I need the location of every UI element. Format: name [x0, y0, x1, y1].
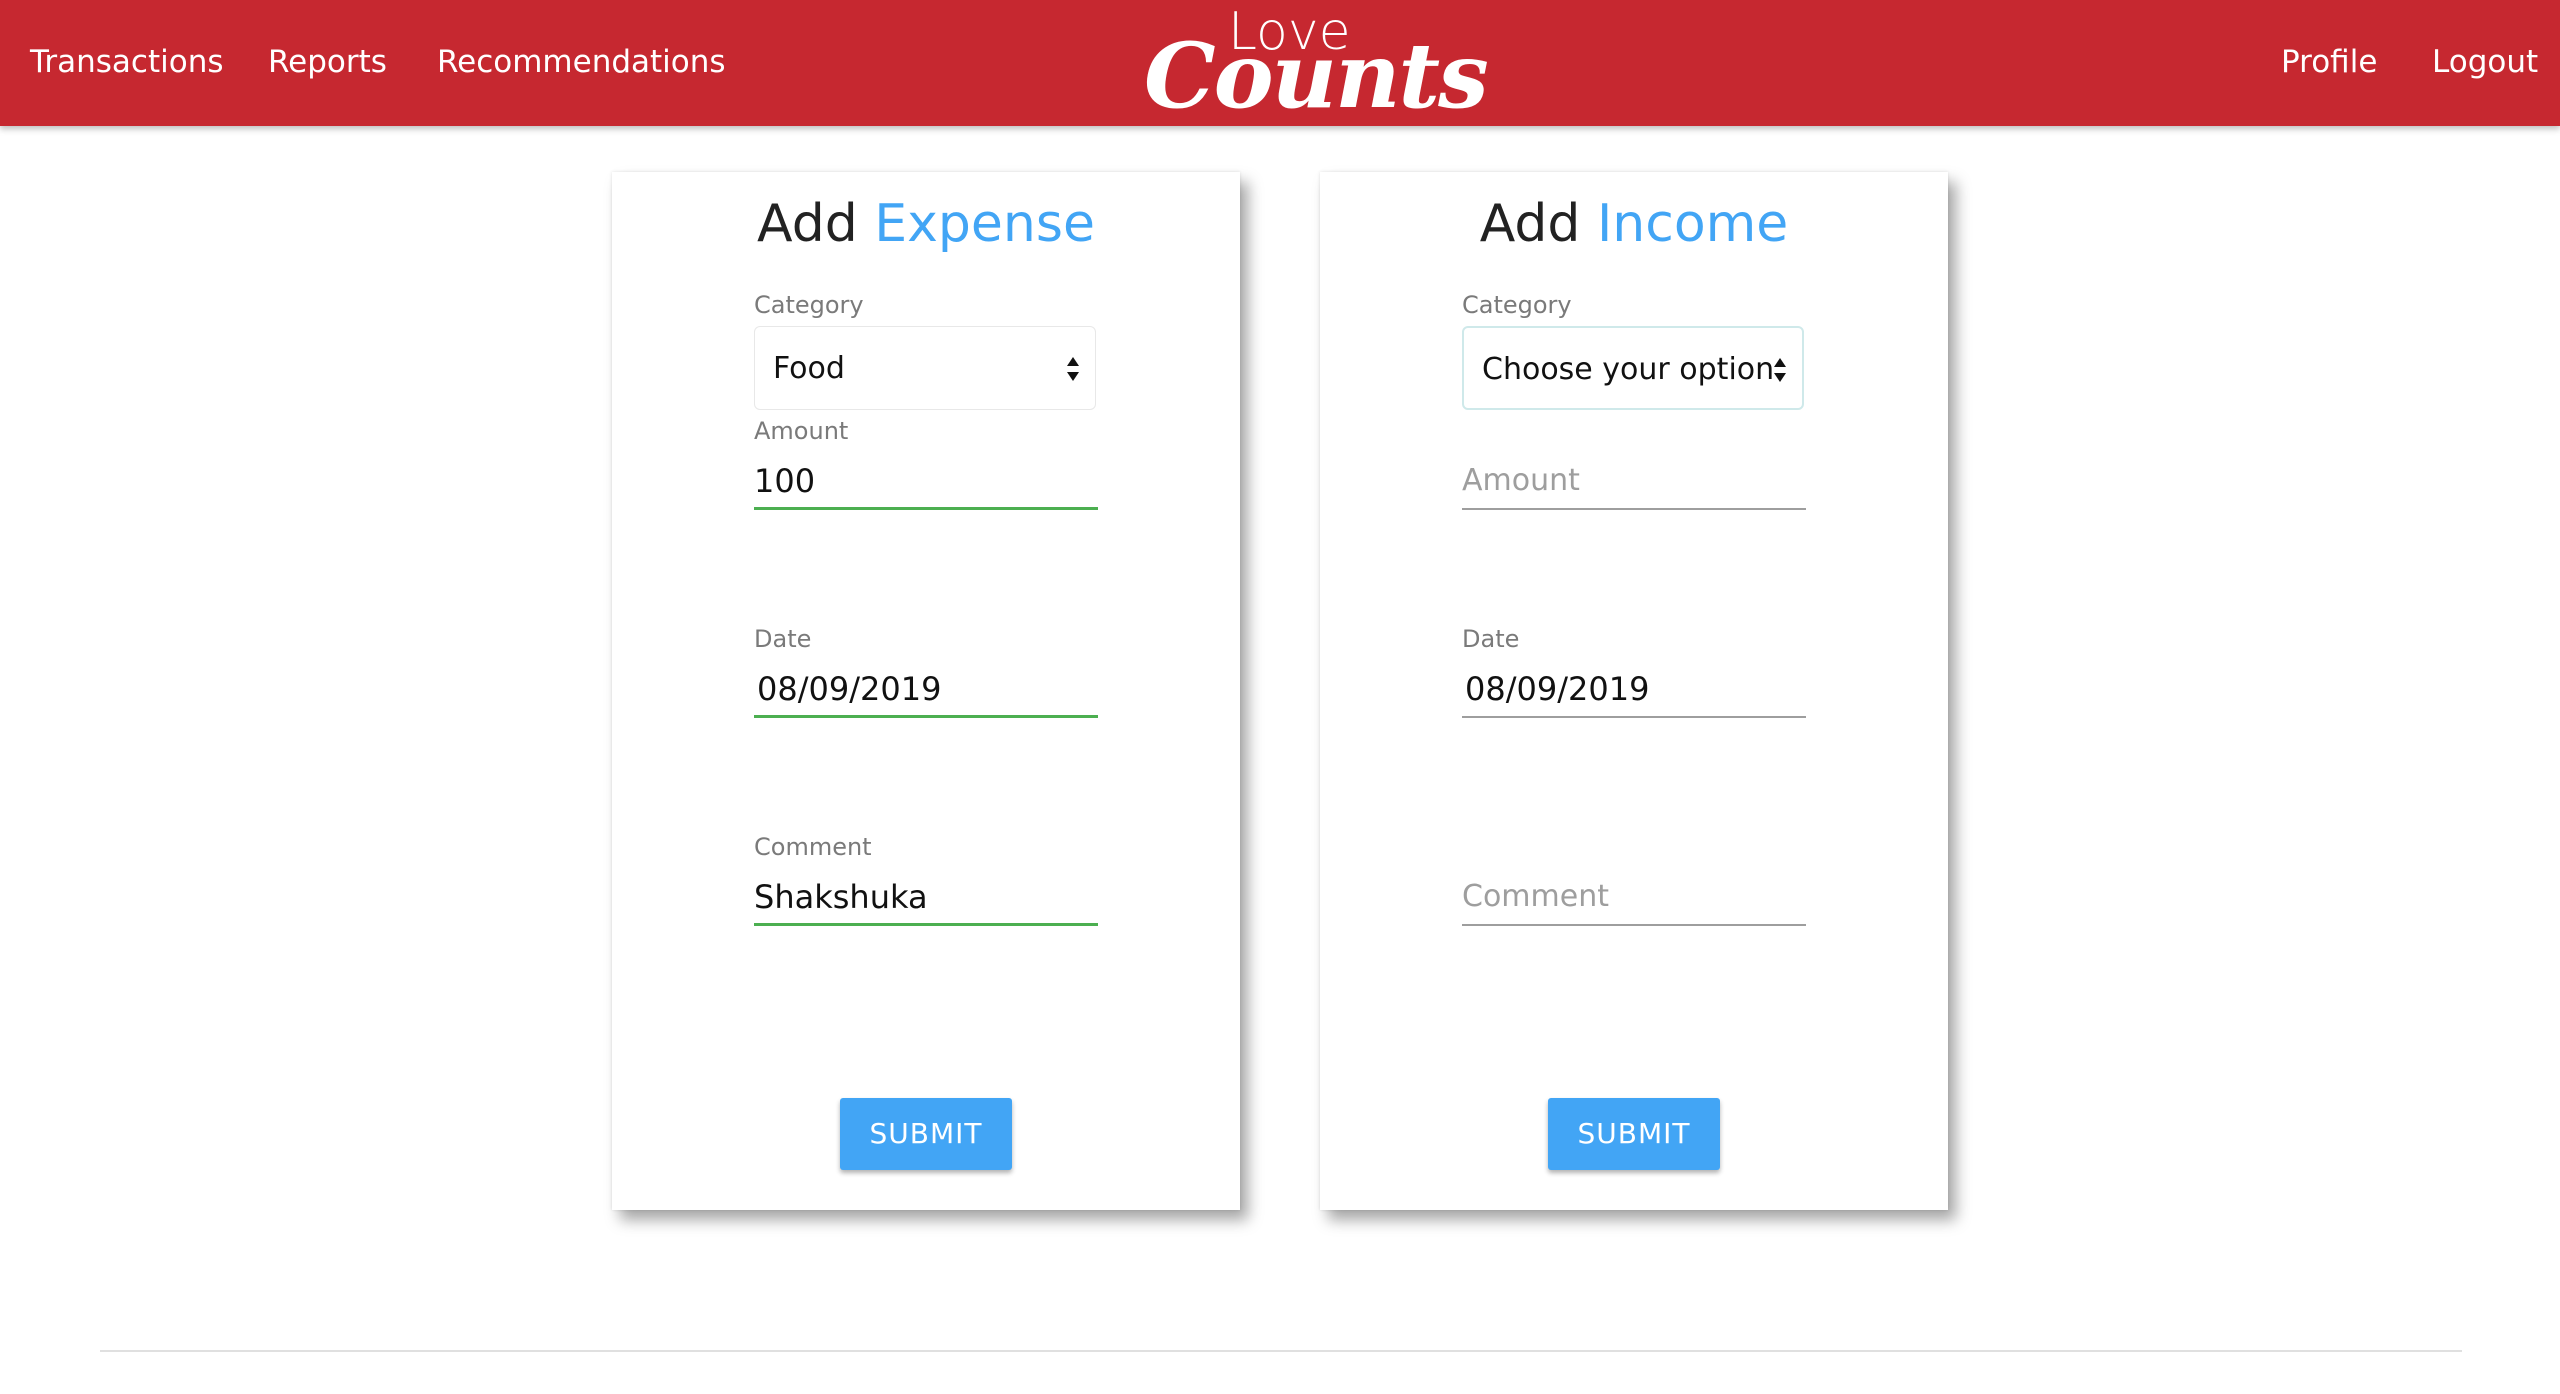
- logo-counts-text: Counts: [1144, 23, 1489, 129]
- expense-date-value: 08/09/2019: [757, 670, 942, 708]
- add-expense-card: Add Expense Category Food Amount 100 Dat…: [612, 172, 1240, 1210]
- income-date-value: 08/09/2019: [1465, 670, 1650, 708]
- income-category-value: Choose your option: [1482, 352, 1775, 387]
- expense-amount-label: Amount: [754, 417, 849, 445]
- income-title-accent: Income: [1596, 194, 1789, 254]
- expense-date-field[interactable]: 08/09/2019: [754, 658, 1098, 718]
- income-category-label: Category: [1462, 291, 1572, 319]
- nav-logout[interactable]: Logout: [2432, 40, 2538, 84]
- expense-amount-value: 100: [754, 462, 816, 500]
- income-comment-field[interactable]: Comment: [1462, 866, 1806, 926]
- nav-reports[interactable]: Reports: [268, 40, 387, 84]
- expense-comment-label: Comment: [754, 833, 872, 861]
- top-navbar: Transactions Reports Recommendations Lov…: [0, 0, 2560, 126]
- expense-card-title: Add Expense: [612, 186, 1240, 262]
- nav-recommendations[interactable]: Recommendations: [437, 40, 726, 84]
- income-amount-field[interactable]: Amount: [1462, 450, 1806, 510]
- income-title-main: Add: [1479, 194, 1581, 254]
- expense-submit-button[interactable]: SUBMIT: [840, 1098, 1012, 1170]
- income-category-select[interactable]: Choose your option: [1462, 326, 1804, 410]
- footer-divider: [100, 1350, 2462, 1352]
- income-submit-button[interactable]: SUBMIT: [1548, 1098, 1720, 1170]
- app-logo[interactable]: Love Counts: [1140, 0, 1489, 126]
- income-date-field[interactable]: 08/09/2019: [1462, 658, 1806, 718]
- expense-date-label: Date: [754, 625, 812, 653]
- income-date-label: Date: [1462, 625, 1520, 653]
- income-amount-placeholder: Amount: [1462, 463, 1580, 498]
- income-comment-placeholder: Comment: [1462, 879, 1609, 914]
- expense-category-select[interactable]: Food: [754, 326, 1096, 410]
- expense-amount-field[interactable]: 100: [754, 450, 1098, 510]
- income-card-title: Add Income: [1320, 186, 1948, 262]
- expense-title-main: Add: [757, 194, 858, 254]
- expense-title-accent: Expense: [874, 194, 1095, 254]
- expense-category-label: Category: [754, 291, 864, 319]
- expense-category-value: Food: [773, 351, 845, 386]
- expense-comment-field[interactable]: Shakshuka: [754, 866, 1098, 926]
- nav-transactions[interactable]: Transactions: [30, 40, 224, 84]
- select-arrows-icon: [1774, 358, 1786, 382]
- nav-profile[interactable]: Profile: [2281, 40, 2377, 84]
- add-income-card: Add Income Category Choose your option A…: [1320, 172, 1948, 1210]
- expense-comment-value: Shakshuka: [754, 878, 928, 916]
- select-arrows-icon: [1067, 357, 1079, 381]
